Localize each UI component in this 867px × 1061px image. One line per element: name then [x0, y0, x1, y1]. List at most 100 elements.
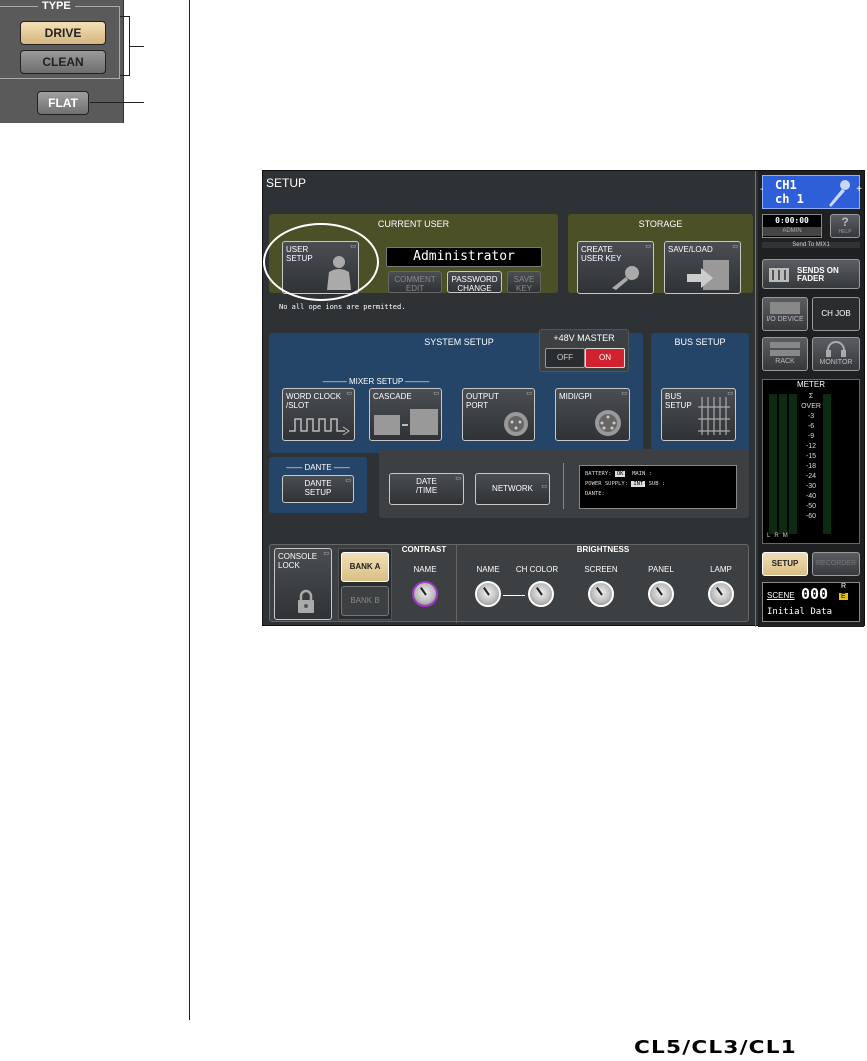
power-supply-row: POWER SUPPLY: INT SUB : — [585, 479, 731, 489]
comment-edit-label: COMMENT EDIT — [394, 275, 436, 293]
contrast-title: CONTRAST — [401, 545, 447, 554]
monitor-button[interactable]: MONITOR — [812, 337, 860, 371]
meter-scale-label: Σ — [808, 393, 814, 400]
channel-prev-icon[interactable]: - — [760, 184, 763, 195]
lamp-brightness-knob[interactable] — [708, 581, 734, 607]
drive-button[interactable]: DRIVE — [20, 21, 106, 45]
save-key-button[interactable]: SAVE KEY — [507, 271, 541, 293]
setup-button[interactable]: SETUP — [762, 552, 808, 576]
dante-panel: —— DANTE —— DANTE SETUP ▭ — [269, 457, 367, 513]
panel-brightness-knob[interactable] — [648, 581, 674, 607]
io-device-button[interactable]: I/O DEVICE — [762, 297, 808, 331]
key-icon — [612, 266, 639, 290]
setup-screen: SETUP CURRENT USER USER SETUP ▭ Administ… — [262, 170, 865, 627]
function-access-area: - CH1 ch 1 + 0:00:00 ADMIN ? HELP Send T… — [758, 171, 864, 627]
password-change-label: PASSWORD CHANGE — [451, 275, 498, 293]
rack-button[interactable]: RACK — [762, 337, 808, 371]
battery-row: BATTERY: OK MAIN : — [585, 469, 731, 479]
network-button[interactable]: NETWORK ▭ — [475, 473, 550, 505]
divider — [456, 545, 457, 623]
meter-bar-r — [779, 394, 787, 534]
phantom-on-button[interactable]: ON — [585, 348, 625, 368]
current-user-name: ADMIN — [763, 227, 821, 236]
meter-scale-label: -3 — [807, 413, 815, 420]
callout-line — [130, 46, 144, 47]
help-button[interactable]: ? HELP — [830, 214, 860, 238]
date-time-button[interactable]: DATE /TIME ▭ — [389, 473, 464, 505]
screen-title: SETUP — [266, 176, 307, 190]
ch-color-knob[interactable] — [528, 581, 554, 607]
word-clock-slot-button[interactable]: WORD CLOCK /SLOT ▭ — [282, 388, 355, 441]
page-divider — [189, 0, 190, 1020]
meter-channel-labels: LRM — [767, 533, 792, 539]
popup-indicator-icon: ▭ — [541, 484, 547, 490]
meter-bar-m — [789, 394, 797, 534]
meter-channel-label: R — [774, 533, 783, 539]
meter-scale: Σ OVER -3 -6 -9 -12 -15 -18 -24 -30 -40 … — [799, 392, 823, 522]
brightness-title: BRIGHTNESS — [576, 545, 630, 554]
microphone-icon — [829, 180, 850, 207]
dante-title-text: DANTE — [304, 463, 332, 472]
comment-edit-button[interactable]: COMMENT EDIT — [388, 271, 442, 293]
meter-scale-label: -15 — [805, 453, 817, 460]
highlight-circle — [263, 223, 379, 301]
console-lock-label: CONSOLE LOCK — [278, 552, 318, 570]
scene-name: Initial Data — [767, 607, 833, 617]
type-label: TYPE — [38, 0, 75, 12]
output-port-button[interactable]: OUTPUT PORT ▭ — [462, 388, 535, 441]
meter-scale-label: -50 — [805, 503, 817, 510]
mixer-setup-label: ——— MIXER SETUP ——— — [322, 377, 430, 386]
popup-indicator-icon: ▭ — [645, 244, 651, 250]
type-control-fragment: TYPE DRIVE CLEAN FLAT — [0, 0, 124, 123]
bank-a-button[interactable]: BANK A — [341, 552, 389, 582]
dante-title: —— DANTE —— — [286, 463, 350, 472]
bus-setup-button-label: BUS SETUP — [665, 392, 692, 410]
contrast-name-label: NAME — [413, 565, 437, 574]
scene-e-indicator: E — [839, 593, 848, 600]
dante-setup-button[interactable]: DANTE SETUP ▭ — [282, 475, 354, 503]
phantom-off-button[interactable]: OFF — [545, 348, 585, 368]
io-device-icon — [770, 302, 800, 314]
channel-number: CH1 — [775, 178, 797, 192]
storage-title: STORAGE — [638, 219, 683, 229]
clean-button[interactable]: CLEAN — [20, 50, 106, 74]
scene-number: 000 — [801, 585, 829, 603]
save-load-button[interactable]: SAVE/LOAD ▭ — [664, 241, 741, 294]
sidebar-divider — [755, 171, 756, 627]
meter-scale-label: OVER — [801, 403, 821, 410]
brightness-name-label: NAME — [476, 565, 500, 574]
password-change-button[interactable]: PASSWORD CHANGE — [447, 271, 502, 293]
rack-icon — [770, 342, 800, 356]
clock: 0:00:00 — [775, 216, 809, 225]
send-to-text: Send To MIX1 — [762, 242, 860, 248]
dante-setup-label: DANTE SETUP — [304, 479, 332, 497]
scene-display[interactable]: SCENE 000 R E Initial Data — [762, 582, 860, 622]
ch-job-button[interactable]: CH JOB — [812, 297, 860, 331]
main-label: MAIN : — [632, 471, 652, 477]
monitor-label: MONITOR — [819, 359, 853, 366]
bank-b-button[interactable]: BANK B — [341, 586, 389, 616]
meter-scale-label: -12 — [805, 443, 817, 450]
bus-setup-button[interactable]: BUS SETUP ▭ — [661, 388, 736, 441]
brightness-name-knob[interactable] — [475, 581, 501, 607]
sends-on-fader-button[interactable]: SENDS ON FADER — [762, 259, 860, 289]
meter-display: METER Σ OVER -3 -6 -9 -12 -15 -18 -24 -3… — [762, 379, 860, 544]
lamp-brightness-label: LAMP — [710, 565, 732, 574]
contrast-name-knob[interactable] — [412, 581, 438, 607]
divider — [563, 463, 564, 509]
midi-gpi-button[interactable]: MIDI/GPI ▭ — [555, 388, 630, 441]
console-lock-button[interactable]: CONSOLE LOCK ▭ — [274, 548, 332, 620]
bottom-control-strip: CONSOLE LOCK ▭ BANK A BANK B CONTRAST NA… — [269, 544, 749, 623]
channel-next-icon[interactable]: + — [856, 184, 862, 195]
popup-indicator-icon: ▭ — [433, 391, 439, 397]
power-supply-status-badge: INT — [631, 481, 646, 487]
meter-title: METER — [797, 380, 825, 389]
screen-brightness-knob[interactable] — [588, 581, 614, 607]
midi-gpi-label: MIDI/GPI — [559, 392, 592, 401]
flat-button[interactable]: FLAT — [37, 91, 89, 115]
popup-indicator-icon: ▭ — [621, 391, 627, 397]
cascade-button[interactable]: CASCADE ▭ — [369, 388, 442, 441]
selected-channel-display[interactable]: - CH1 ch 1 + — [760, 175, 862, 209]
create-user-key-button[interactable]: CREATE USER KEY ▭ — [577, 241, 654, 294]
recorder-button[interactable]: RECORDER — [812, 552, 860, 576]
